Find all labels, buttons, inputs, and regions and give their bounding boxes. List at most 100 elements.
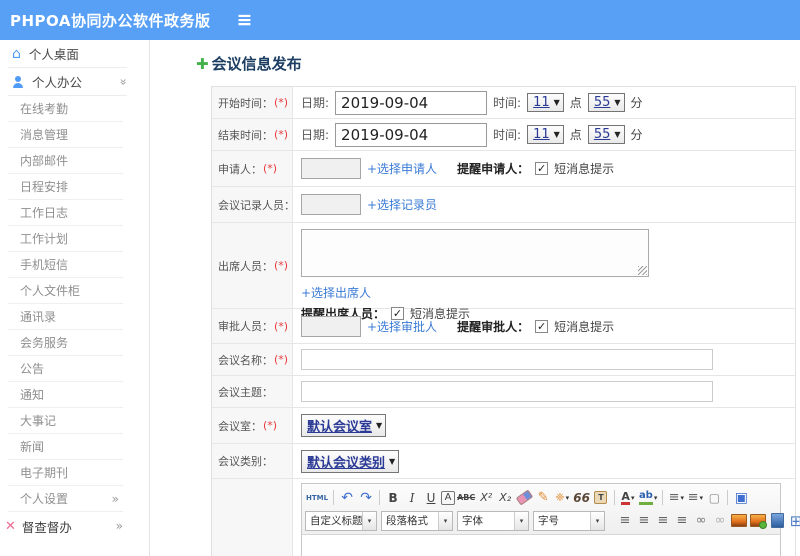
start-time-label: 开始时间： (*) bbox=[212, 87, 293, 118]
dropdown-arrow-icon: ▾ bbox=[565, 493, 570, 502]
start-hour-select[interactable]: 11 ▼ bbox=[527, 93, 564, 112]
sidebar-item-work-plan[interactable]: 工作计划 bbox=[8, 226, 123, 252]
select-attendees-link[interactable]: +选择出席人 bbox=[301, 284, 371, 301]
superscript-button[interactable]: X² bbox=[477, 488, 495, 508]
sidebar-item-announcement[interactable]: 公告 bbox=[8, 356, 123, 382]
sidebar-item-desktop[interactable]: ⌂ 个人桌面 bbox=[8, 40, 127, 68]
ordered-list-button[interactable]: ≡ ▾ bbox=[667, 488, 685, 508]
brush-button[interactable]: ✎ bbox=[534, 488, 552, 508]
topbar: PHPOA协同办公软件政务版 ≡ bbox=[0, 0, 800, 40]
sidebar-item-notice[interactable]: 通知 bbox=[8, 382, 123, 408]
select-arrow-icon: ▼ bbox=[614, 98, 621, 107]
select-arrow-icon: ▼ bbox=[376, 421, 383, 430]
dropdown-arrow-icon: ▾ bbox=[438, 511, 452, 530]
applicant-sms-checkbox[interactable]: ✓ bbox=[535, 162, 549, 175]
image-button[interactable] bbox=[730, 511, 748, 531]
form-row-meeting-subject: 会议主题： bbox=[212, 376, 795, 408]
undo-button[interactable]: ↶ bbox=[338, 488, 356, 508]
end-time-label: 结束时间： (*) bbox=[212, 119, 293, 150]
meeting-name-label: 会议名称： (*) bbox=[212, 344, 293, 375]
paste-button[interactable]: T bbox=[592, 488, 610, 508]
sidebar-item-news[interactable]: 新闻 bbox=[8, 434, 123, 460]
subscript-button[interactable]: X₂ bbox=[496, 488, 514, 508]
select-approver-link[interactable]: +选择审批人 bbox=[367, 318, 437, 335]
unordered-list-button[interactable]: ≡ ▾ bbox=[686, 488, 704, 508]
start-minute-select[interactable]: 55 ▼ bbox=[587, 93, 625, 112]
app-brand: PHPOA协同办公软件政务版 bbox=[10, 11, 211, 30]
meeting-name-input[interactable] bbox=[301, 349, 713, 370]
sidebar-item-e-journal[interactable]: 电子期刊 bbox=[8, 460, 123, 486]
select-applicant-link[interactable]: +选择申请人 bbox=[367, 160, 437, 177]
format-paint-button[interactable]: ❈ ▾ bbox=[553, 488, 571, 508]
font-family-combo[interactable]: 字体 ▾ bbox=[457, 510, 529, 531]
page-title: ✚ 会议信息发布 bbox=[196, 54, 302, 74]
sidebar-item-personal-settings[interactable]: 个人设置 » bbox=[8, 486, 123, 512]
attendees-textarea[interactable] bbox=[301, 229, 649, 277]
redo-button[interactable]: ↷ bbox=[357, 488, 375, 508]
sidebar-item-internal-mail[interactable]: 内部邮件 bbox=[8, 148, 123, 174]
align-left-button[interactable]: ≡ bbox=[616, 511, 634, 531]
unlink-button[interactable]: ∞ bbox=[711, 511, 729, 531]
meeting-subject-input[interactable] bbox=[301, 381, 713, 402]
menu-toggle-icon[interactable]: ≡ bbox=[237, 10, 253, 30]
select-arrow-icon: ▼ bbox=[389, 456, 396, 466]
font-color-button[interactable]: A ▾ bbox=[619, 488, 637, 508]
toolbar-separator bbox=[727, 490, 729, 505]
align-justify-button[interactable]: ≡ bbox=[673, 511, 691, 531]
sidebar-item-online-attendance[interactable]: 在线考勤 bbox=[8, 96, 123, 122]
recorder-input[interactable] bbox=[301, 194, 361, 215]
sidebar-item-memorabilia[interactable]: 大事记 bbox=[8, 408, 123, 434]
dropdown-arrow-icon: ▾ bbox=[699, 493, 704, 502]
eraser-button[interactable] bbox=[515, 488, 533, 508]
sidebar-item-contacts[interactable]: 通讯录 bbox=[8, 304, 123, 330]
strikethrough-button[interactable]: ABC bbox=[456, 488, 476, 508]
end-hour-select[interactable]: 11 ▼ bbox=[527, 125, 564, 144]
italic-button[interactable]: I bbox=[403, 488, 421, 508]
html-source-button[interactable]: HTML bbox=[305, 488, 329, 508]
align-center-button[interactable]: ≡ bbox=[635, 511, 653, 531]
applicant-input[interactable] bbox=[301, 158, 361, 179]
sidebar-item-personal-office[interactable]: 个人办公 » bbox=[8, 68, 130, 96]
meeting-subject-label: 会议主题： bbox=[212, 376, 293, 407]
blockquote-button[interactable]: 66 bbox=[572, 488, 591, 508]
dropdown-arrow-icon: ▾ bbox=[590, 511, 604, 530]
minute-unit: 分 bbox=[630, 128, 643, 142]
font-size-combo[interactable]: 字号 ▾ bbox=[533, 510, 605, 531]
meeting-content-label bbox=[212, 479, 293, 556]
sidebar-item-label: 个人办公 bbox=[32, 75, 83, 90]
align-right-button[interactable]: ≡ bbox=[654, 511, 672, 531]
table-button[interactable]: ⊞ bbox=[787, 511, 800, 531]
end-minute-select[interactable]: 55 ▼ bbox=[587, 125, 625, 144]
attendees-label: 出席人员： (*) bbox=[212, 223, 293, 308]
chevron-double-right-icon: » bbox=[115, 519, 123, 533]
approver-sms-checkbox[interactable]: ✓ bbox=[535, 319, 549, 333]
underline-button[interactable]: U bbox=[422, 488, 440, 508]
sidebar-item-file-cabinet[interactable]: 个人文件柜 bbox=[8, 278, 123, 304]
sidebar-item-sms[interactable]: 手机短信 bbox=[8, 252, 123, 278]
link-button[interactable]: ∞ bbox=[692, 511, 710, 531]
remind-applicant-label: 提醒申请人： bbox=[457, 162, 530, 176]
meeting-room-select[interactable]: 默认会议室 ▼ bbox=[301, 414, 387, 437]
select-recorder-link[interactable]: +选择记录员 bbox=[367, 196, 437, 213]
sidebar-item-schedule[interactable]: 日程安排 bbox=[8, 174, 123, 200]
start-date-input[interactable] bbox=[335, 90, 488, 115]
paragraph-format-combo[interactable]: 段落格式 ▾ bbox=[381, 510, 453, 531]
bold-button[interactable]: B bbox=[384, 488, 402, 508]
sidebar-item-message-management[interactable]: 消息管理 bbox=[8, 122, 123, 148]
meeting-category-select[interactable]: 默认会议类别 ▼ bbox=[301, 449, 400, 473]
sidebar-item-supervision[interactable]: ✕ 督查督办 » bbox=[0, 512, 149, 540]
approver-input[interactable] bbox=[301, 315, 361, 337]
media-button[interactable] bbox=[768, 511, 786, 531]
sidebar-item-work-log[interactable]: 工作日志 bbox=[8, 200, 123, 226]
applicant-label: 申请人： (*) bbox=[212, 151, 293, 186]
dropdown-arrow-icon: ▾ bbox=[630, 493, 635, 502]
highlight-button[interactable]: ab ▾ bbox=[638, 488, 658, 508]
sidebar-item-meeting-service[interactable]: 会务服务 bbox=[8, 330, 123, 356]
end-date-input[interactable] bbox=[335, 122, 488, 147]
new-page-button[interactable]: ▢ bbox=[705, 488, 723, 508]
fullscreen-button[interactable]: ▣ bbox=[732, 488, 750, 508]
editor-content-area[interactable] bbox=[302, 535, 780, 556]
char-border-button[interactable]: A bbox=[441, 490, 456, 505]
image-add-button[interactable] bbox=[749, 511, 767, 531]
custom-title-combo[interactable]: 自定义标题 ▾ bbox=[305, 510, 377, 531]
